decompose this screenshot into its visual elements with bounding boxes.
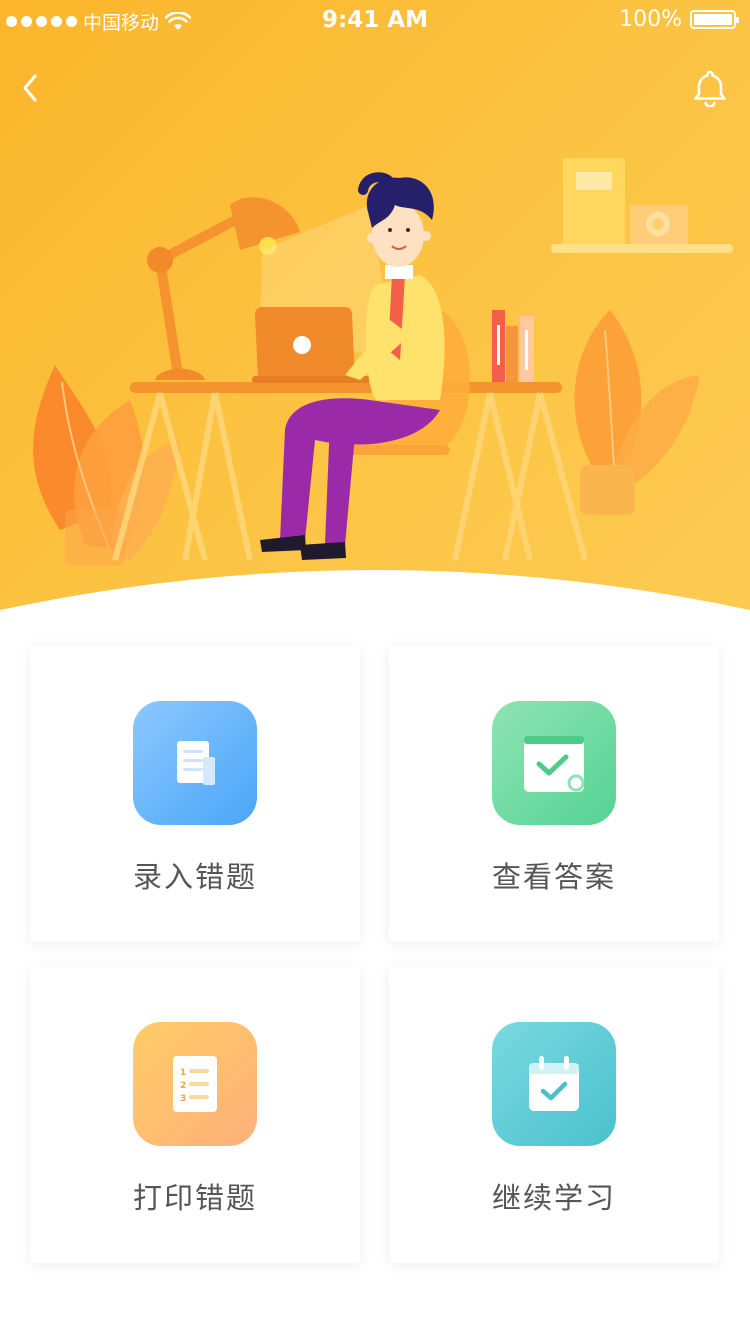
card-print-mistakes[interactable]: 1 2 3 打印错题 [30,967,360,1263]
record-mistakes-tile [133,701,257,825]
battery-icon [690,10,739,29]
status-bar: 中国移动 9:41 AM 100% [0,0,750,42]
calendar-check-icon [529,1056,579,1111]
bell-icon [694,70,726,107]
svg-text:3: 3 [180,1094,186,1104]
status-battery-group: 100% [619,7,739,32]
notification-button[interactable] [690,68,730,108]
desk-worker-illustration [33,158,733,565]
card-record-mistakes[interactable]: 录入错题 [30,646,360,942]
answer-book-icon [524,736,585,792]
continue-learning-tile [492,1022,616,1146]
back-button[interactable] [10,68,50,108]
svg-text:2: 2 [180,1081,186,1091]
battery-percent: 100% [619,7,682,32]
card-label: 查看答案 [491,860,616,894]
view-answers-tile [492,701,616,825]
card-label: 录入错题 [132,860,257,894]
hero-banner: 中国移动 9:41 AM 100% [0,0,750,660]
numbered-list-icon: 1 2 3 [173,1056,217,1112]
card-label: 打印错题 [132,1181,257,1215]
card-continue-learning[interactable]: 继续学习 [389,967,719,1263]
svg-text:1: 1 [180,1068,186,1078]
document-icon [177,741,215,785]
hero-curve-divider [0,570,750,660]
print-mistakes-tile: 1 2 3 [133,1022,257,1146]
card-label: 继续学习 [491,1181,616,1215]
card-view-answers[interactable]: 查看答案 [389,646,719,942]
chevron-left-icon [23,74,37,102]
